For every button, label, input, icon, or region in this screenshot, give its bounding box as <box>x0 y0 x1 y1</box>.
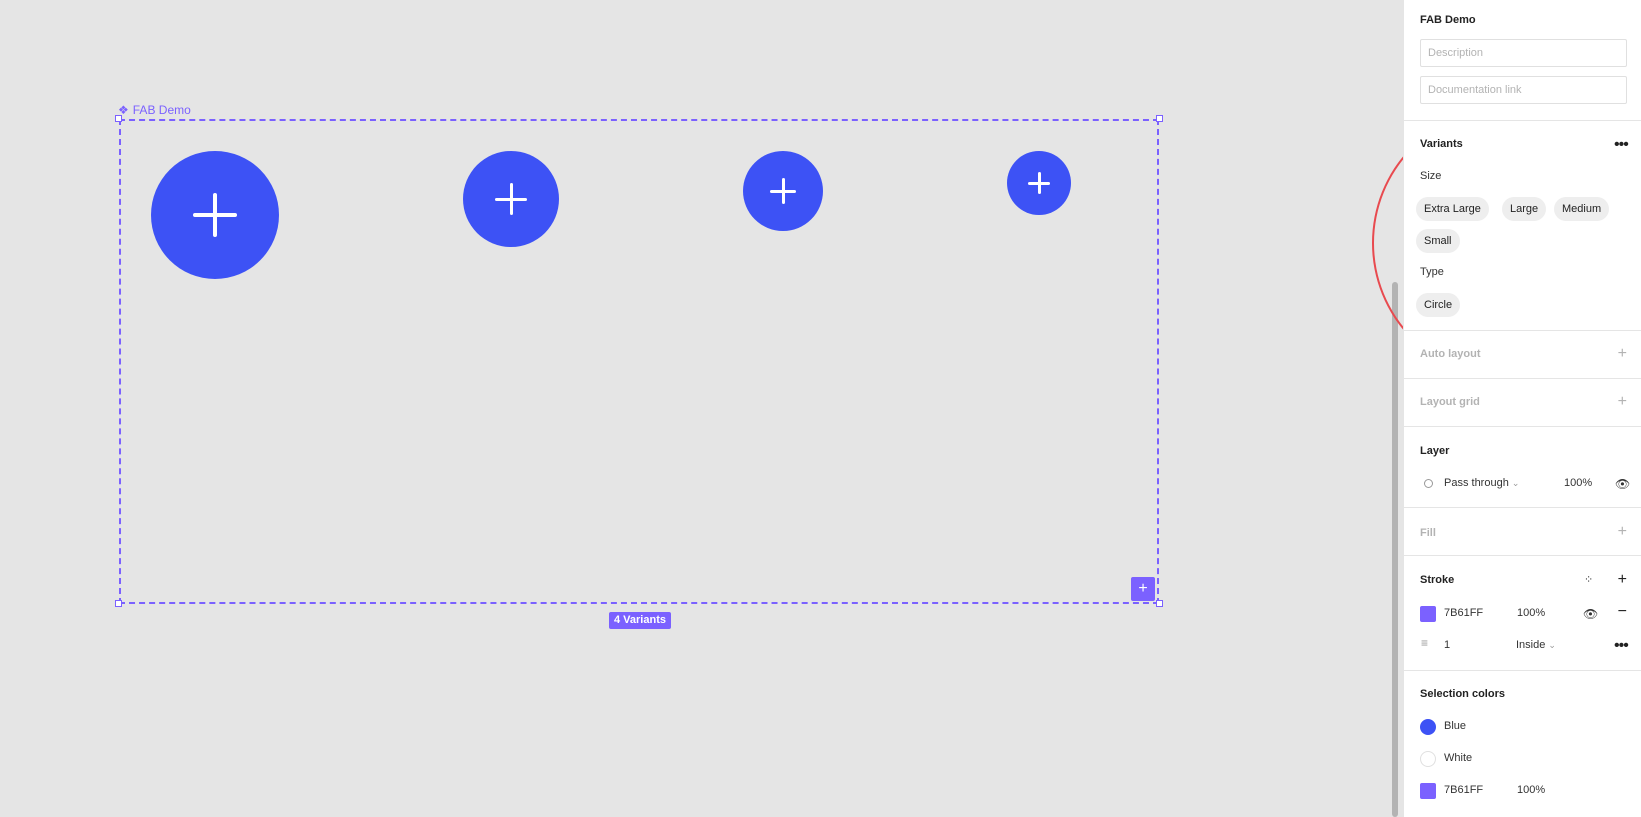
fill-title: Fill <box>1420 527 1436 539</box>
more-options-icon[interactable]: ••• <box>1614 137 1629 153</box>
plus-icon: + <box>1138 580 1148 597</box>
plus-icon-vertical-bar <box>213 193 217 237</box>
description-field[interactable]: Description <box>1420 39 1627 67</box>
selection-color-white-swatch[interactable] <box>1420 751 1436 767</box>
divider <box>1404 555 1641 556</box>
resize-handle-top-left[interactable] <box>115 115 122 122</box>
size-option-extra-large[interactable]: Extra Large <box>1416 197 1489 221</box>
stroke-opacity[interactable]: 100% <box>1517 607 1545 619</box>
fab-medium[interactable] <box>743 151 823 231</box>
add-fill-button[interactable]: + <box>1618 524 1627 540</box>
selection-color-purple-swatch[interactable] <box>1420 783 1436 799</box>
chevron-down-icon: ⌄ <box>1548 640 1556 650</box>
type-option-circle[interactable]: Circle <box>1416 293 1461 317</box>
stroke-weight-icon: ≡ <box>1421 636 1429 650</box>
component-label[interactable]: ❖ FAB Demo <box>118 103 191 117</box>
blend-mode-select[interactable]: Pass through ⌄ <box>1444 477 1519 489</box>
blend-mode-icon <box>1424 479 1433 488</box>
selection-color-purple-opacity[interactable]: 100% <box>1517 784 1545 796</box>
selection-color-purple-hex[interactable]: 7B61FF <box>1444 784 1483 796</box>
panel-scrollbar[interactable] <box>1392 282 1398 817</box>
stroke-weight[interactable]: 1 <box>1444 639 1450 651</box>
auto-layout-title: Auto layout <box>1420 348 1481 360</box>
more-options-icon[interactable]: ••• <box>1614 638 1629 654</box>
fab-small[interactable] <box>1007 151 1071 215</box>
component-title: FAB Demo <box>1420 14 1476 26</box>
selection-color-blue-swatch[interactable] <box>1420 719 1436 735</box>
plus-icon <box>495 183 527 215</box>
size-option-small[interactable]: Small <box>1416 229 1460 253</box>
stroke-color-hex[interactable]: 7B61FF <box>1444 607 1483 619</box>
fab-extra-large[interactable] <box>151 151 279 279</box>
blend-mode-value: Pass through <box>1444 477 1509 489</box>
stroke-position-value: Inside <box>1516 639 1546 651</box>
add-auto-layout-button[interactable]: + <box>1618 346 1627 362</box>
divider <box>1404 330 1641 331</box>
component-name: FAB Demo <box>132 103 191 117</box>
eye-icon[interactable]: 👁 <box>1583 608 1598 620</box>
style-grid-icon[interactable]: ⁘ <box>1584 574 1593 586</box>
plus-icon <box>1028 172 1050 194</box>
variants-title: Variants <box>1420 138 1463 150</box>
divider <box>1404 670 1641 671</box>
add-variant-button[interactable]: + <box>1131 577 1155 601</box>
plus-icon <box>193 193 237 237</box>
properties-panel: FAB Demo Description Documentation link … <box>1403 0 1641 817</box>
plus-icon-vertical-bar <box>1037 172 1041 194</box>
type-label: Type <box>1420 266 1444 278</box>
stroke-position-select[interactable]: Inside ⌄ <box>1516 639 1556 651</box>
size-option-large[interactable]: Large <box>1502 197 1547 221</box>
resize-handle-top-right[interactable] <box>1156 115 1163 122</box>
fab-large[interactable] <box>463 151 559 247</box>
selection-colors-title: Selection colors <box>1420 688 1505 700</box>
canvas[interactable]: ❖ FAB Demo + 4 Variants <box>0 0 1403 817</box>
layout-grid-title: Layout grid <box>1420 396 1480 408</box>
plus-icon-vertical-bar <box>781 178 785 204</box>
add-layout-grid-button[interactable]: + <box>1618 394 1627 410</box>
resize-handle-bottom-right[interactable] <box>1156 600 1163 607</box>
divider <box>1404 507 1641 508</box>
divider <box>1404 426 1641 427</box>
remove-stroke-button[interactable]: − <box>1618 604 1627 620</box>
resize-handle-bottom-left[interactable] <box>115 600 122 607</box>
size-option-medium[interactable]: Medium <box>1554 197 1610 221</box>
stroke-title: Stroke <box>1420 574 1455 586</box>
documentation-link-field[interactable]: Documentation link <box>1420 76 1627 104</box>
layer-title: Layer <box>1420 445 1450 457</box>
chevron-down-icon: ⌄ <box>1511 478 1520 488</box>
plus-icon-vertical-bar <box>509 183 513 215</box>
variants-count-badge: 4 Variants <box>609 612 671 629</box>
add-stroke-button[interactable]: + <box>1618 572 1627 588</box>
divider <box>1404 120 1641 121</box>
divider <box>1404 378 1641 379</box>
eye-icon[interactable]: 👁 <box>1615 478 1630 490</box>
stroke-color-swatch[interactable] <box>1420 606 1436 622</box>
selection-color-white-name[interactable]: White <box>1444 752 1472 764</box>
plus-icon <box>770 178 796 204</box>
size-label: Size <box>1420 170 1442 182</box>
selection-color-blue-name[interactable]: Blue <box>1444 720 1466 732</box>
layer-opacity[interactable]: 100% <box>1564 477 1592 489</box>
